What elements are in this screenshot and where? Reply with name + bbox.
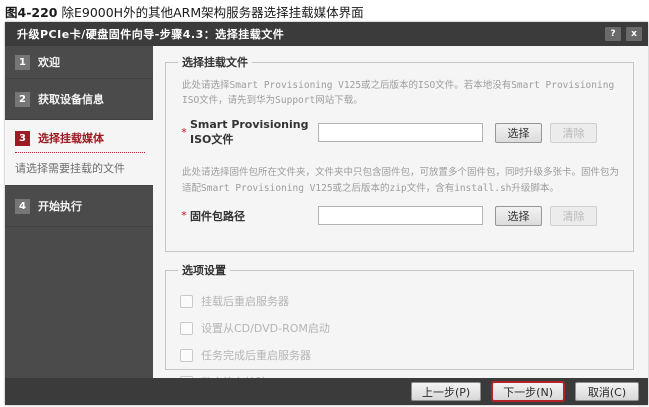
firmware-select-button[interactable]: 选择 [495, 206, 542, 226]
iso-clear-button: 清除 [550, 123, 597, 143]
checkbox-label: 挂载后重启服务器 [201, 293, 289, 309]
checkbox-label: 设置从CD/DVD-ROM启动 [201, 320, 330, 336]
options-legend: 选项设置 [178, 262, 230, 278]
step-number-badge: 4 [15, 199, 30, 214]
wizard-content-panel: 选择挂载文件 此处请选择Smart Provisioning V125或之后版本… [153, 46, 648, 378]
active-step-dotted-divider [15, 152, 145, 153]
iso-hint-text: 此处请选择Smart Provisioning V125或之后版本的ISO文件。… [182, 78, 621, 108]
option-row-restart-after-mount: 挂载后重启服务器 [180, 293, 623, 309]
step-number-badge: 2 [15, 92, 30, 107]
step-label: 开始执行 [38, 198, 82, 214]
close-icon[interactable]: x [626, 27, 642, 41]
checkbox-restart-after-mount [180, 295, 193, 308]
iso-select-button[interactable]: 选择 [495, 123, 542, 143]
figure-title: 除E9000H外的其他ARM架构服务器选择挂载媒体界面 [61, 5, 363, 20]
dialog-titlebar: 升级PCIe卡/硬盘固件向导-步骤4.3：选择挂载文件 ? x [5, 22, 648, 46]
sidebar-step-welcome[interactable]: 1 欢迎 [5, 46, 153, 79]
select-mount-files-group: 选择挂载文件 此处请选择Smart Provisioning V125或之后版本… [165, 54, 634, 252]
checkbox-label: 任务完成后重启服务器 [201, 347, 311, 363]
dialog-body: 1 欢迎 2 获取设备信息 3 选择挂载媒体 请选择需要挂载的文件 4 [5, 46, 648, 378]
required-marker: * [178, 209, 190, 222]
option-row-restart-after-task: 任务完成后重启服务器 [180, 347, 623, 363]
figure-number: 图4-220 [5, 5, 57, 20]
step-number-badge: 3 [15, 131, 30, 146]
step-label: 获取设备信息 [38, 91, 104, 107]
sidebar-step-execute[interactable]: 4 开始执行 [5, 186, 153, 227]
firmware-hint-text: 此处请选择固件包所在文件夹，文件夹中只包含固件包，可放置多个固件包，同时升级多张… [182, 165, 621, 195]
checkbox-boot-from-cddvd [180, 322, 193, 335]
wizard-steps-sidebar: 1 欢迎 2 获取设备信息 3 选择挂载媒体 请选择需要挂载的文件 4 [5, 46, 153, 378]
iso-file-input[interactable] [318, 123, 483, 142]
step-number-badge: 1 [15, 55, 30, 70]
dialog-footer: 上一步(P) 下一步(N) 取消(C) [5, 378, 648, 405]
required-marker: * [178, 126, 190, 139]
help-icon[interactable]: ? [605, 27, 621, 41]
select-mount-files-legend: 选择挂载文件 [178, 54, 252, 70]
previous-step-button[interactable]: 上一步(P) [411, 382, 481, 401]
active-step-subtitle: 请选择需要挂载的文件 [15, 158, 145, 179]
titlebar-buttons: ? x [605, 27, 642, 41]
firmware-path-label: 固件包路径 [190, 208, 318, 224]
checkbox-restart-after-task [180, 349, 193, 362]
option-row-boot-from-cddvd: 设置从CD/DVD-ROM启动 [180, 320, 623, 336]
step-label: 选择挂载媒体 [38, 130, 104, 146]
figure-caption: 图4-220 除E9000H外的其他ARM架构服务器选择挂载媒体界面 [5, 2, 364, 21]
iso-file-label: Smart Provisioning ISO文件 [190, 118, 318, 147]
sidebar-step-device-info[interactable]: 2 获取设备信息 [5, 79, 153, 120]
sidebar-step-select-media-active[interactable]: 3 选择挂载媒体 请选择需要挂载的文件 [5, 120, 153, 186]
next-step-button[interactable]: 下一步(N) [492, 382, 564, 401]
screenshot-root: 图4-220 除E9000H外的其他ARM架构服务器选择挂载媒体界面 升级PCI… [0, 0, 649, 407]
step-label: 欢迎 [38, 54, 60, 70]
wizard-dialog: 升级PCIe卡/硬盘固件向导-步骤4.3：选择挂载文件 ? x 1 欢迎 2 获… [5, 22, 648, 405]
iso-file-row: * Smart Provisioning ISO文件 选择 清除 [178, 118, 623, 147]
cancel-button[interactable]: 取消(C) [575, 382, 639, 401]
active-step-head: 3 选择挂载媒体 [15, 128, 145, 152]
options-group: 选项设置 挂载后重启服务器 设置从CD/DVD-ROM启动 任务完成后重启服务器 [165, 262, 634, 370]
firmware-clear-button: 清除 [550, 206, 597, 226]
firmware-path-input[interactable] [318, 206, 483, 225]
dialog-title: 升级PCIe卡/硬盘固件向导-步骤4.3：选择挂载文件 [17, 26, 284, 42]
firmware-path-row: * 固件包路径 选择 清除 [178, 206, 623, 226]
sidebar-filler [5, 227, 153, 378]
